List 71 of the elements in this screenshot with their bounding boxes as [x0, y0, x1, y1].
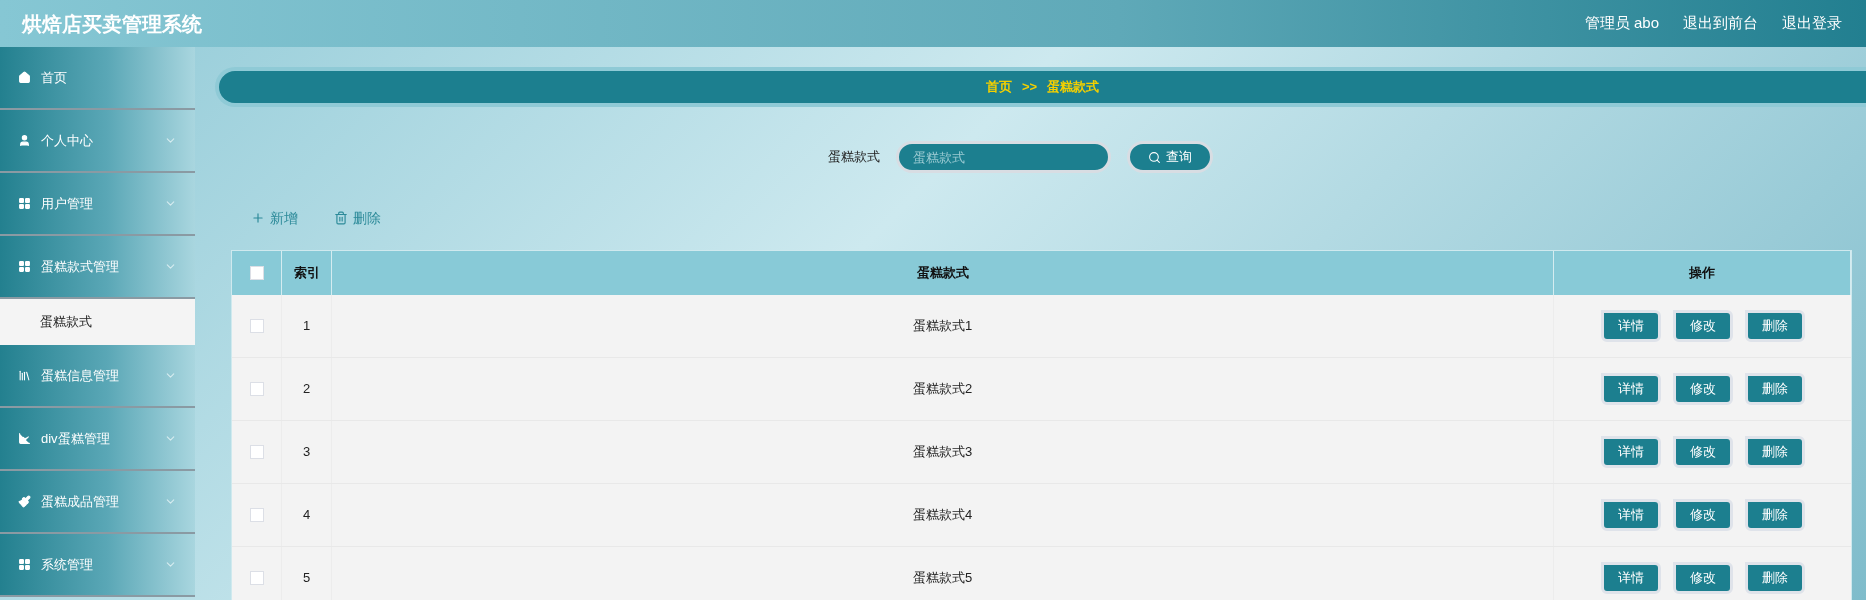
sidebar-label: 个人中心 [41, 131, 94, 150]
row-action-button[interactable]: 修改 [1672, 310, 1733, 342]
sidebar-item[interactable]: 蛋糕成品管理 [0, 471, 195, 534]
sidebar-subitem[interactable]: 蛋糕款式 [0, 299, 195, 345]
search-label: 蛋糕款式 [828, 148, 880, 167]
table-cell-text: 蛋糕款式1 [912, 317, 973, 336]
row-action-button[interactable]: 删除 [1744, 499, 1805, 531]
grid-icon [18, 558, 31, 571]
row-action-button[interactable]: 删除 [1744, 562, 1805, 594]
table-cell-text: 3 [302, 443, 311, 462]
row-action-button[interactable]: 删除 [1744, 310, 1805, 342]
row-action-button[interactable]: 修改 [1672, 499, 1733, 531]
row-action-button[interactable]: 详情 [1600, 310, 1661, 342]
delete-button[interactable]: 删除 [334, 207, 381, 229]
row-action-button[interactable]: 详情 [1600, 373, 1661, 405]
search-button[interactable]: 查询 [1127, 141, 1213, 173]
sidebar-item[interactable]: div蛋糕管理 [0, 408, 195, 471]
row-action-button[interactable]: 详情 [1600, 499, 1661, 531]
sidebar-item[interactable]: 个人中心 [0, 110, 195, 173]
breadcrumb-link[interactable]: 蛋糕款式 [1047, 77, 1100, 97]
search-icon [1148, 150, 1161, 164]
breadcrumb-separator: >> [1021, 78, 1038, 97]
sidebar-label: 首页 [41, 68, 68, 87]
select-all-checkbox[interactable] [249, 266, 264, 280]
sidebar-label: div蛋糕管理 [41, 429, 111, 448]
table-cell-text: 蛋糕款式3 [912, 443, 973, 462]
table-cell-text: 4 [302, 506, 311, 525]
row-checkbox[interactable] [249, 319, 264, 333]
row-action-button[interactable]: 删除 [1744, 373, 1805, 405]
sidebar-item[interactable]: 首页 [0, 47, 195, 110]
table-cell-text: 5 [302, 569, 311, 588]
row-checkbox[interactable] [249, 571, 264, 585]
trash-icon [334, 211, 348, 225]
grid-icon [18, 197, 31, 210]
header-link[interactable]: 退出到前台 [1683, 12, 1758, 35]
sidebar-label: 系统管理 [41, 555, 94, 574]
row-checkbox[interactable] [249, 382, 264, 396]
table-cell-text: 蛋糕款式4 [912, 506, 973, 525]
row-checkbox[interactable] [249, 445, 264, 459]
chart-icon [18, 432, 31, 445]
app-title: 烘焙店买卖管理系统 [22, 11, 202, 37]
add-button[interactable]: 新增 [251, 207, 298, 229]
row-action-button[interactable]: 删除 [1744, 436, 1805, 468]
sidebar-item[interactable]: 用户管理 [0, 173, 195, 236]
row-action-button[interactable]: 修改 [1672, 436, 1733, 468]
sidebar-item[interactable]: 蛋糕款式管理 [0, 236, 195, 299]
header-link[interactable]: 退出登录 [1782, 12, 1842, 35]
search-field[interactable]: 蛋糕款式 [896, 141, 1111, 173]
sidebar-item[interactable]: 蛋糕信息管理 [0, 345, 195, 408]
home-icon [18, 71, 31, 84]
sidebar-label: 蛋糕款式管理 [41, 257, 120, 276]
row-checkbox[interactable] [249, 508, 264, 522]
header-link[interactable]: 管理员 abo [1584, 12, 1659, 35]
brush-icon [18, 495, 31, 508]
sidebar-label: 用户管理 [41, 194, 94, 213]
user-icon [18, 134, 31, 147]
sidebar-label: 蛋糕成品管理 [41, 492, 120, 511]
table-cell-text: 2 [302, 380, 311, 399]
table-cell-text: 蛋糕款式2 [912, 380, 973, 399]
sidebar-item[interactable]: 系统管理 [0, 534, 195, 597]
plus-icon [251, 211, 265, 225]
grid-icon [18, 260, 31, 273]
row-action-button[interactable]: 修改 [1672, 373, 1733, 405]
books-icon [18, 369, 31, 382]
table-cell-text: 蛋糕款式5 [912, 569, 973, 588]
row-action-button[interactable]: 修改 [1672, 562, 1733, 594]
row-action-button[interactable]: 详情 [1600, 562, 1661, 594]
breadcrumb-link[interactable]: 首页 [985, 77, 1012, 97]
table-cell-text: 1 [302, 317, 311, 336]
row-action-button[interactable]: 详情 [1600, 436, 1661, 468]
sidebar-label: 蛋糕信息管理 [41, 366, 120, 385]
